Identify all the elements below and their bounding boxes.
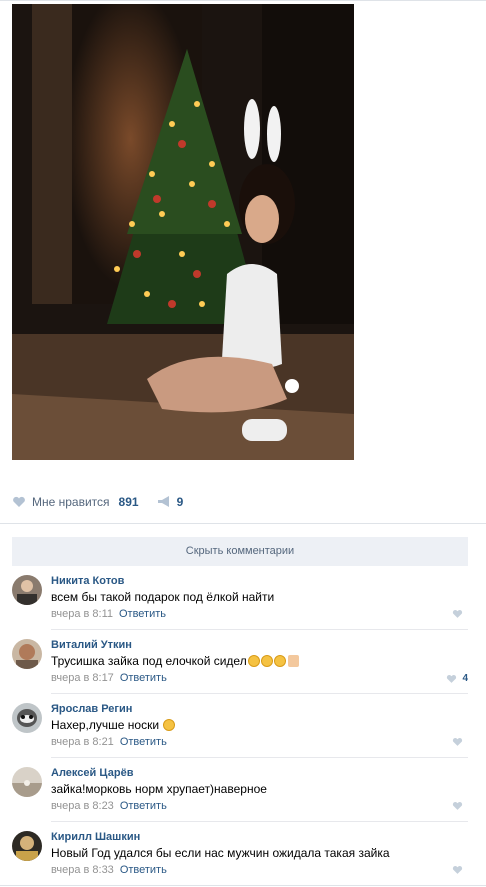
comment-meta: вчера в 8:11 Ответить xyxy=(51,608,166,620)
comment-time[interactable]: вчера в 8:23 xyxy=(51,800,114,812)
reply-link[interactable]: Ответить xyxy=(120,736,167,748)
avatar[interactable] xyxy=(12,639,42,669)
reply-link[interactable]: Ответить xyxy=(120,672,167,684)
comment-author[interactable]: Виталий Уткин xyxy=(51,639,132,651)
comment-author[interactable]: Кирилл Шашкин xyxy=(51,831,140,843)
hide-comments-button[interactable]: Скрыть комментарии xyxy=(12,537,468,566)
comment-author[interactable]: Никита Котов xyxy=(51,575,124,587)
post-actions: Мне нравится 891 9 xyxy=(12,490,468,514)
post-photo[interactable] xyxy=(12,4,354,460)
comment-text: Трусишка зайка под елочкой сидел xyxy=(51,654,299,668)
heart-icon xyxy=(447,674,457,683)
comment-time[interactable]: вчера в 8:11 xyxy=(51,608,113,620)
avatar[interactable] xyxy=(12,767,42,797)
comment: Алексей Царёв зайка!морковь норм хрупает… xyxy=(12,758,468,822)
comment-time[interactable]: вчера в 8:17 xyxy=(51,672,114,684)
heart-icon xyxy=(13,496,25,507)
comment-text: Новый Год удался бы если нас мужчин ожид… xyxy=(51,846,390,860)
share-count: 9 xyxy=(176,495,184,509)
wink-emoji-icon xyxy=(163,719,176,731)
comment-time[interactable]: вчера в 8:33 xyxy=(51,864,114,876)
avatar[interactable] xyxy=(12,703,42,733)
megaphone-icon xyxy=(157,496,169,507)
comment-text: всем бы такой подарок под ёлкой найти xyxy=(51,590,275,604)
avatar[interactable] xyxy=(12,575,42,605)
like-label: Мне нравится xyxy=(32,495,110,509)
comment: Ярослав Регин Нахер,лучше носки вчера в … xyxy=(12,694,468,758)
comment: Кирилл Шашкин Новый Год удался бы если н… xyxy=(12,822,468,886)
comment-like-button[interactable] xyxy=(452,609,468,619)
top-divider xyxy=(0,0,486,1)
share-button[interactable]: 9 xyxy=(157,495,184,509)
thumbs-up-emoji-icon xyxy=(287,655,299,667)
smile-emoji-icon xyxy=(260,655,273,667)
comment: Виталий Уткин Трусишка зайка под елочкой… xyxy=(12,630,468,694)
comment-meta: вчера в 8:21 Ответить xyxy=(51,736,167,748)
comment-like-button[interactable] xyxy=(452,737,468,747)
comment-meta: вчера в 8:33 Ответить xyxy=(51,864,167,876)
reply-link[interactable]: Ответить xyxy=(120,864,167,876)
comment: Никита Котов всем бы такой подарок под ё… xyxy=(12,566,468,630)
comment-meta: вчера в 8:17 Ответить xyxy=(51,672,167,684)
divider xyxy=(0,523,486,524)
bottom-divider xyxy=(0,885,486,886)
smile-emoji-icon xyxy=(247,655,260,667)
comment-like-count: 4 xyxy=(462,673,468,684)
comment-like-button[interactable] xyxy=(452,801,468,811)
heart-icon xyxy=(452,609,463,618)
reply-link[interactable]: Ответить xyxy=(119,608,166,620)
comment-like-button[interactable]: 4 xyxy=(446,673,468,684)
like-button[interactable]: Мне нравится 891 xyxy=(12,495,139,509)
comment-author[interactable]: Ярослав Регин xyxy=(51,703,132,715)
comment-time[interactable]: вчера в 8:21 xyxy=(51,736,114,748)
reply-link[interactable]: Ответить xyxy=(120,800,167,812)
avatar[interactable] xyxy=(12,831,42,861)
comment-text: Нахер,лучше носки xyxy=(51,718,176,732)
comment-meta: вчера в 8:23 Ответить xyxy=(51,800,167,812)
comment-like-button[interactable] xyxy=(452,865,468,875)
like-count: 891 xyxy=(118,495,139,509)
heart-icon xyxy=(452,737,463,746)
heart-icon xyxy=(452,865,463,874)
heart-icon xyxy=(452,801,463,810)
comment-author[interactable]: Алексей Царёв xyxy=(51,767,133,779)
comment-text: зайка!морковь норм хрупает)наверное xyxy=(51,782,267,796)
smile-emoji-icon xyxy=(273,655,286,667)
